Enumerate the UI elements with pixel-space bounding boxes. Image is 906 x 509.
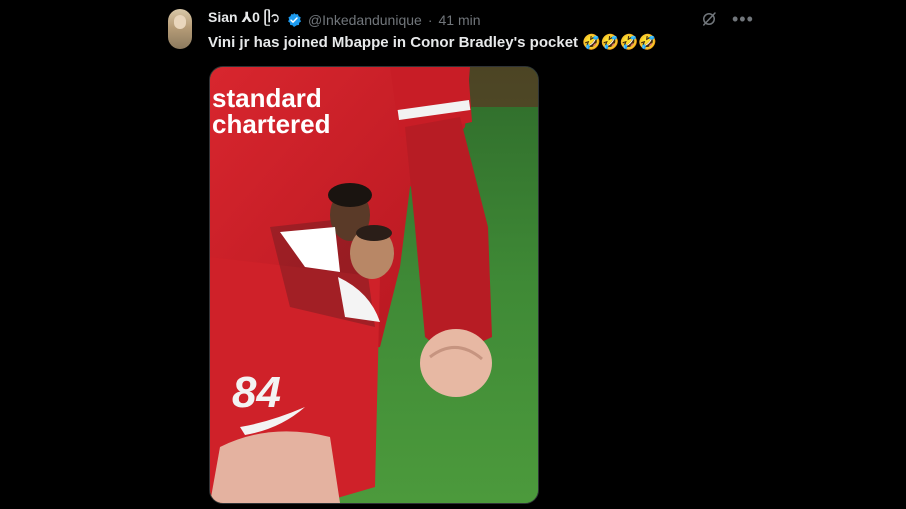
avatar[interactable] <box>168 9 192 49</box>
tweet-actions: ••• <box>700 10 754 28</box>
grok-icon[interactable] <box>700 10 718 28</box>
shorts-number: 84 <box>232 368 281 417</box>
tweet-header: Sian ⅄0 ᥫ᭡ @Inkedandunique · 41 min <box>208 8 481 33</box>
display-name[interactable]: Sian ⅄0 ᥫ᭡ <box>208 8 280 33</box>
tweet-media-image[interactable]: standard chartered 84 <box>209 66 539 504</box>
handle[interactable]: @Inkedandunique <box>308 12 422 28</box>
tweet-text: Vini jr has joined Mbappe in Conor Bradl… <box>208 34 657 51</box>
meme-photo: standard chartered 84 <box>210 67 538 503</box>
separator-dot: · <box>427 12 433 28</box>
timestamp[interactable]: 41 min <box>438 12 480 28</box>
shirt-sponsor-line2: chartered <box>212 109 331 139</box>
more-icon[interactable]: ••• <box>732 10 754 28</box>
verified-badge-icon[interactable] <box>286 12 302 28</box>
